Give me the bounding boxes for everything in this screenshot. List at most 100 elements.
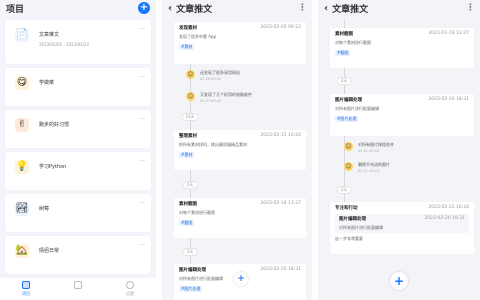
more-icon[interactable]: ···: [139, 74, 145, 81]
tab-middle[interactable]: [52, 278, 104, 300]
page-title: 文章推文: [332, 4, 369, 15]
project-name: 学做菜: [39, 80, 55, 86]
linked-note[interactable]: 图片编辑处理 2023-02-20 18:31 对所有图片进行批量编辑: [335, 214, 469, 233]
timeline-note[interactable]: 素材截图 2023-02-18 13:27 对每个素材进行截图 #截图: [330, 28, 474, 68]
note-tag[interactable]: #图片处理: [335, 116, 359, 122]
note-comment[interactable]: 😊 删除不合适的图片 02.21.19:24: [344, 162, 390, 173]
note-title: 素材截图: [335, 32, 353, 37]
more-icon[interactable]: ···: [139, 242, 145, 249]
gear-icon: [126, 281, 134, 289]
note-tag[interactable]: #图片处理: [179, 286, 203, 292]
more-icon[interactable]: ···: [139, 116, 145, 123]
grid-icon: [22, 281, 30, 289]
tab-projects[interactable]: 项目: [0, 278, 52, 300]
more-icon[interactable]: ···: [139, 200, 145, 207]
note-date: 2023-02-18 13:27: [260, 201, 301, 206]
note-date: 2023-02-20 18:31: [260, 267, 301, 272]
gap-days-badge: 2天: [336, 186, 352, 194]
more-icon[interactable]: ···: [139, 26, 145, 33]
tab-settings[interactable]: 设置: [104, 278, 156, 300]
note-body: 对每个素材进行截图: [179, 210, 215, 215]
more-icon[interactable]: ···: [139, 158, 145, 165]
note-date: 2023-02-05 09:23: [260, 25, 301, 30]
note-title: 图片编辑处理: [339, 217, 366, 222]
timeline-note[interactable]: 专注和行动 2023-02-22 16:34 图片编辑处理 2023-02-20 1…: [330, 202, 474, 254]
note-date: 2023-02-22 16:34: [428, 205, 469, 210]
timeline-note[interactable]: 素材截图 2023-02-18 13:27 对每个素材进行截图 #截图: [174, 198, 306, 238]
back-icon[interactable]: ‹: [324, 3, 328, 14]
project-card[interactable]: 🏞 树莓 ···: [5, 194, 151, 232]
project-list-header: 项目 +: [0, 0, 156, 16]
project-name: 情侣日常: [39, 248, 60, 254]
note-title: 发现素材: [179, 26, 197, 31]
add-project-button[interactable]: +: [138, 2, 150, 14]
gap-days-badge: 10天: [181, 113, 199, 121]
tab-bar: 项目 设置: [0, 278, 156, 300]
note-title: 整理素材: [179, 134, 197, 139]
add-note-button[interactable]: +: [234, 272, 248, 286]
timeline-note[interactable]: 整理素材 2023-02-15 10:20 把所有素材排列，挑出最质量精品素材 #…: [174, 130, 306, 170]
project-card[interactable]: 😋 学做菜 ···: [5, 68, 151, 106]
note-comment[interactable]: 😊 还发现了很多采用网站 02.05.09:30: [186, 70, 240, 81]
timeline-screen-scrolled: ‹ 文章推文 ⋮ 素材截图 2023-02-18 13:27 对每个素材进行截图 …: [318, 0, 480, 300]
gap-days-badge: 2天: [182, 181, 198, 189]
gap-days-badge: 2天: [182, 248, 198, 256]
landscape-icon: 🏞: [15, 202, 29, 216]
timeline-note[interactable]: 发现素材 2023-02-05 09:23 发现了很多牢靠 App #素材: [174, 22, 306, 64]
note-tag[interactable]: #截图: [335, 50, 351, 56]
note-body: 对所有图片进行批量编辑: [335, 106, 379, 111]
note-body: 对每个素材进行截图: [335, 40, 371, 45]
comment-date: 02.05.09:30: [200, 77, 222, 81]
emoji-avatar-icon: 😊: [344, 142, 353, 151]
note-comment[interactable]: 😊 又发现了几个好用的电脑软件 02.07.09:45: [186, 92, 252, 103]
comment-text: 还发现了很多采用网站: [200, 70, 240, 75]
note-tag[interactable]: #截图: [179, 220, 195, 226]
document-icon: 📄: [15, 28, 29, 42]
project-card[interactable]: ✌ 跑步的好习惯 ···: [5, 110, 151, 148]
comment-date: 02.21.19:24: [358, 169, 380, 173]
comment-text: 删除不合适的图片: [358, 162, 390, 167]
project-name: 跑步的好习惯: [39, 122, 70, 128]
note-body: 这一步非常重要: [335, 236, 363, 241]
more-vertical-icon[interactable]: ⋮: [298, 3, 307, 13]
note-title: 专注和行动: [335, 206, 358, 211]
note-title: 素材截图: [179, 202, 197, 207]
note-date: 2023-02-18 13:27: [428, 31, 469, 36]
note-title: 图片编辑处理: [335, 98, 362, 103]
timeline-screen: ‹ 文章推文 ⋮ 发现素材 2023-02-05 09:23 发现了很多牢靠 Ap…: [162, 0, 312, 300]
comment-date: 02.07.09:45: [200, 99, 222, 103]
note-body: 对所有图片进行批量编辑: [339, 225, 383, 230]
note-tag[interactable]: #素材: [179, 44, 195, 50]
note-title: 图片编辑处理: [179, 268, 206, 273]
note-body: 把所有素材排列，挑出最质量精品素材: [179, 142, 247, 147]
comment-text: 又发现了几个好用的电脑软件: [200, 92, 252, 97]
timeline-header: ‹ 文章推文 ⋮: [318, 0, 480, 16]
house-icon: 🏡: [15, 244, 29, 258]
timeline-note[interactable]: 图片编辑处理 2023-02-20 18:31 对所有图片进行批量编辑 #图片处理: [330, 94, 474, 136]
emoji-avatar-icon: 😊: [186, 92, 195, 101]
note-tag[interactable]: #素材: [179, 152, 195, 158]
project-card[interactable]: 💡 学习Python ···: [5, 152, 151, 190]
emoji-avatar-icon: 😊: [344, 162, 353, 171]
page-title: 文章推文: [176, 4, 213, 15]
comment-date: 02.21.15:18: [358, 149, 380, 153]
more-vertical-icon[interactable]: ⋮: [466, 3, 475, 13]
project-name: 文章推文: [39, 32, 60, 38]
note-body: 发现了很多牢靠 App: [179, 34, 217, 39]
page-title: 项目: [6, 4, 25, 15]
project-date-range: 2023/02/05 - 2023/02/22: [39, 42, 90, 47]
project-card[interactable]: 📄 文章推文 2023/02/05 - 2023/02/22 ···: [5, 20, 151, 64]
note-date: 2023-02-15 10:20: [260, 133, 301, 138]
project-card[interactable]: 🏡 情侣日常 ···: [5, 236, 151, 274]
note-date: 2023-02-20 18:31: [428, 97, 469, 102]
back-icon[interactable]: ‹: [168, 3, 172, 14]
project-list-screen: 项目 + 📄 文章推文 2023/02/05 - 2023/02/22 ··· …: [0, 0, 156, 300]
emoji-avatar-icon: 😊: [186, 70, 195, 79]
note-comment[interactable]: 😊 对所有图片按组合并 02.21.15:18: [344, 142, 394, 153]
bulb-icon: 💡: [15, 160, 29, 174]
note-date: 2023-02-20 18:31: [424, 216, 465, 221]
comment-text: 对所有图片按组合并: [358, 142, 394, 147]
cooking-icon: 😋: [15, 76, 29, 90]
add-note-button[interactable]: +: [390, 272, 408, 290]
gap-days-badge: 2天: [336, 77, 352, 85]
